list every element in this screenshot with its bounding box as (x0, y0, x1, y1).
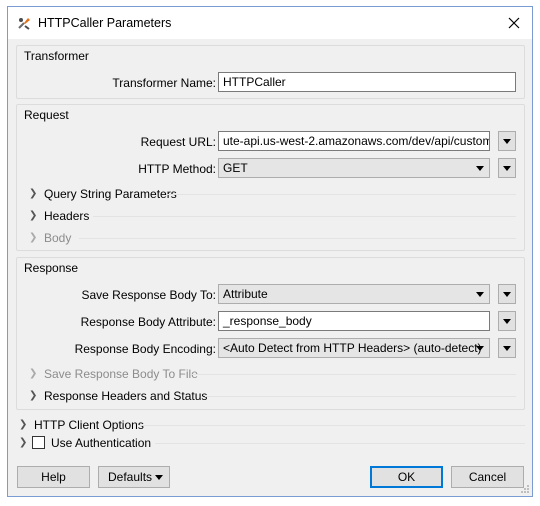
headers-expander[interactable]: ❯ Headers (29, 207, 516, 225)
chevron-down-icon (503, 346, 511, 351)
request-section-title: Request (24, 108, 69, 122)
query-string-parameters-label: Query String Parameters (44, 187, 177, 201)
cancel-button[interactable]: Cancel (451, 466, 524, 488)
http-client-options-label: HTTP Client Options (34, 418, 144, 432)
save-response-body-to-value: Attribute (223, 287, 268, 301)
body-label: Body (44, 231, 72, 245)
chevron-right-icon: ❯ (19, 437, 28, 448)
chevron-down-icon (503, 292, 511, 297)
chevron-down-icon (503, 166, 511, 171)
body-expander: ❯ Body (29, 229, 516, 247)
response-headers-and-status-expander[interactable]: ❯ Response Headers and Status (29, 387, 516, 405)
ok-button[interactable]: OK (370, 466, 443, 488)
defaults-button[interactable]: Defaults (98, 466, 170, 488)
divider (93, 216, 516, 217)
chevron-right-icon: ❯ (29, 368, 38, 379)
transformer-group: Transformer Transformer Name: HTTPCaller (16, 45, 525, 99)
save-response-body-to-select[interactable]: Attribute (218, 284, 490, 304)
response-section-title: Response (24, 261, 79, 275)
response-group: Response Save Response Body To: Attribut… (16, 257, 525, 410)
chevron-right-icon: ❯ (29, 188, 38, 199)
use-authentication-expander[interactable]: ❯ Use Authentication (19, 434, 525, 452)
title-bar: HTTPCaller Parameters (8, 7, 532, 39)
request-url-menu-button[interactable] (498, 131, 516, 151)
use-authentication-checkbox[interactable] (32, 436, 45, 449)
chevron-right-icon: ❯ (29, 210, 38, 221)
chevron-down-icon (503, 139, 511, 144)
transformer-name-label: Transformer Name: (112, 76, 216, 90)
query-string-parameters-expander[interactable]: ❯ Query String Parameters (29, 185, 516, 203)
divider (155, 443, 525, 444)
http-client-options-expander[interactable]: ❯ HTTP Client Options (19, 416, 525, 434)
http-method-select[interactable]: GET (218, 158, 490, 178)
use-authentication-label: Use Authentication (51, 436, 152, 450)
response-body-attribute-input[interactable]: _response_body (218, 311, 490, 331)
response-headers-and-status-label: Response Headers and Status (44, 389, 208, 403)
response-body-attribute-menu-button[interactable] (498, 311, 516, 331)
chevron-right-icon: ❯ (29, 390, 38, 401)
response-body-encoding-value: <Auto Detect from HTTP Headers> (auto-de… (223, 341, 482, 355)
dropdown-arrow-icon (476, 166, 484, 171)
dropdown-arrow-icon (476, 346, 484, 351)
save-response-body-to-label: Save Response Body To: (81, 288, 216, 302)
response-body-encoding-select[interactable]: <Auto Detect from HTTP Headers> (auto-de… (218, 338, 490, 358)
http-method-menu-button[interactable] (498, 158, 516, 178)
close-icon[interactable] (504, 13, 524, 33)
defaults-label: Defaults (108, 470, 153, 484)
request-url-label: Request URL: (140, 135, 216, 149)
headers-label: Headers (44, 209, 90, 223)
transformer-name-input[interactable]: HTTPCaller (218, 72, 516, 92)
http-method-value: GET (223, 161, 248, 175)
resize-grip-icon[interactable] (520, 484, 530, 494)
help-button[interactable]: Help (17, 466, 90, 488)
response-body-encoding-menu-button[interactable] (498, 338, 516, 358)
save-response-body-to-file-label: Save Response Body To File (44, 367, 198, 381)
window-title: HTTPCaller Parameters (38, 16, 172, 30)
fme-transformer-icon (18, 18, 30, 30)
save-response-body-to-file-expander: ❯ Save Response Body To File (29, 365, 516, 383)
divider (79, 238, 516, 239)
response-body-encoding-label: Response Body Encoding: (74, 342, 216, 356)
chevron-down-icon (503, 319, 511, 324)
transformer-section-title: Transformer (24, 49, 89, 63)
divider (167, 194, 516, 195)
chevron-right-icon: ❯ (19, 419, 28, 430)
http-method-label: HTTP Method: (138, 162, 216, 176)
divider (191, 374, 516, 375)
request-group: Request Request URL: ute-api.us-west-2.a… (16, 104, 525, 251)
dropdown-arrow-icon (476, 292, 484, 297)
divider (205, 396, 516, 397)
response-body-attribute-label: Response Body Attribute: (80, 315, 216, 329)
save-response-body-to-menu-button[interactable] (498, 284, 516, 304)
chevron-right-icon: ❯ (29, 232, 38, 243)
dropdown-arrow-icon (155, 475, 163, 480)
request-url-input[interactable]: ute-api.us-west-2.amazonaws.com/dev/api/… (218, 131, 490, 151)
divider (139, 425, 525, 426)
parameters-dialog: HTTPCaller Parameters Transformer Transf… (7, 6, 533, 497)
